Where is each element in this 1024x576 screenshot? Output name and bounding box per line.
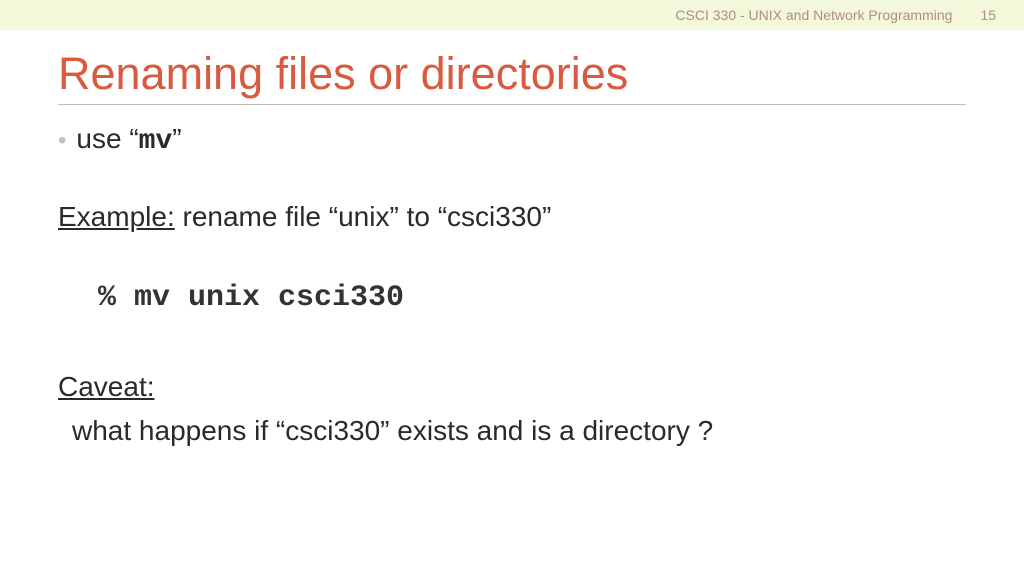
slide-header: CSCI 330 - UNIX and Network Programming … <box>0 0 1024 30</box>
bullet-use-mv: • use “mv” <box>58 123 966 157</box>
bullet-suffix: ” <box>172 123 181 154</box>
caveat-label: Caveat: <box>58 371 966 403</box>
course-name: CSCI 330 - UNIX and Network Programming <box>675 7 952 23</box>
caveat-text: what happens if “csci330” exists and is … <box>58 415 966 447</box>
example-line: Example: rename file “unix” to “csci330” <box>58 201 966 233</box>
slide-content: Renaming files or directories • use “mv”… <box>0 30 1024 447</box>
slide-number: 15 <box>980 7 996 23</box>
bullet-text: use “mv” <box>76 123 181 157</box>
example-label: Example: <box>58 201 175 232</box>
slide-title: Renaming files or directories <box>58 48 966 105</box>
bullet-command: mv <box>139 126 173 157</box>
example-text: rename file “unix” to “csci330” <box>175 201 552 232</box>
bullet-icon: • <box>58 127 66 155</box>
bullet-prefix: use “ <box>76 123 138 154</box>
code-command: % mv unix csci330 <box>58 281 966 315</box>
